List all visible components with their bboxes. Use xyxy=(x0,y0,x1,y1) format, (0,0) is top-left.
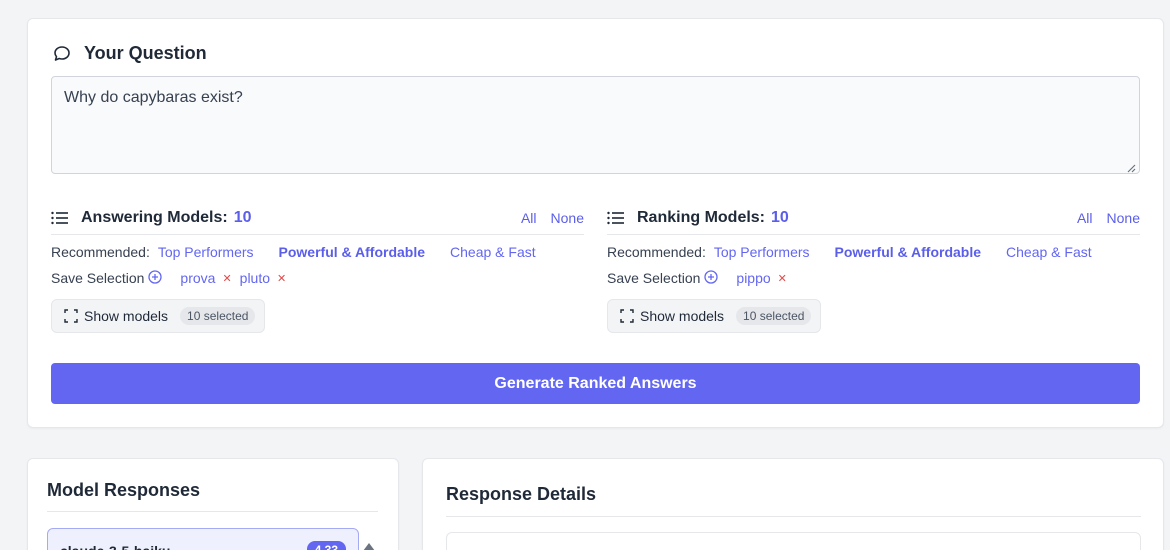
ranking-models-label: Ranking Models: xyxy=(637,208,766,226)
question-textarea[interactable]: Why do capybaras exist? xyxy=(51,76,1140,174)
response-model-name: claude-3-5-haiku xyxy=(60,543,170,550)
saved-selection-chip[interactable]: pluto xyxy=(240,270,270,286)
answering-show-models-button[interactable]: Show models 10 selected xyxy=(51,299,265,333)
divider xyxy=(47,511,378,512)
list-icon xyxy=(51,211,69,225)
question-card: Your Question Why do capybaras exist? An… xyxy=(27,18,1164,428)
save-selection-label: Save Selection xyxy=(51,270,145,286)
show-models-label: Show models xyxy=(640,308,725,324)
model-responses-title: Model Responses xyxy=(47,480,201,500)
recommended-label: Recommended: xyxy=(607,244,706,260)
ranking-select-none-link[interactable]: None xyxy=(1107,210,1140,226)
answering-select-none-link[interactable]: None xyxy=(551,210,584,226)
model-responses-card: Model Responses claude-3-5-haiku 4.33 xyxy=(27,458,399,550)
scroll-up-arrow-icon[interactable] xyxy=(362,539,376,550)
response-score-badge: 4.33 xyxy=(306,541,346,550)
answering-save-row: Save Selection prova ✕ pluto ✕ xyxy=(51,269,584,287)
question-text: Why do capybaras exist? xyxy=(64,89,243,106)
resize-handle-icon[interactable] xyxy=(1126,160,1136,173)
list-icon xyxy=(607,211,625,225)
answering-recommended-row: Recommended: Top Performers Powerful & A… xyxy=(51,243,584,261)
ranking-show-models-button[interactable]: Show models 10 selected xyxy=(607,299,821,333)
question-header: Your Question xyxy=(52,43,207,64)
answering-preset-top-performers[interactable]: Top Performers xyxy=(158,244,254,260)
answering-preset-cheap-fast[interactable]: Cheap & Fast xyxy=(450,244,536,260)
ranking-preset-cheap-fast[interactable]: Cheap & Fast xyxy=(1006,244,1092,260)
selected-count-badge: 10 selected xyxy=(180,307,256,325)
remove-icon[interactable]: ✕ xyxy=(778,272,787,285)
add-circle-icon[interactable] xyxy=(148,269,163,287)
show-models-label: Show models xyxy=(84,308,169,324)
save-selection-label: Save Selection xyxy=(607,270,701,286)
saved-selection-chip[interactable]: pippo xyxy=(736,270,770,286)
question-title: Your Question xyxy=(84,43,207,63)
generate-ranked-answers-button[interactable]: Generate Ranked Answers xyxy=(51,363,1140,404)
ranking-preset-top-performers[interactable]: Top Performers xyxy=(714,244,810,260)
answering-models-label: Answering Models: xyxy=(81,208,228,226)
answering-models-panel: Answering Models: 10 All None Recommende… xyxy=(51,201,584,333)
ranking-select-all-link[interactable]: All xyxy=(1077,210,1093,226)
expand-icon xyxy=(620,309,634,323)
add-circle-icon[interactable] xyxy=(704,269,719,287)
recommended-label: Recommended: xyxy=(51,244,150,260)
ranking-models-panel: Ranking Models: 10 All None Recommended:… xyxy=(607,201,1140,333)
ranking-models-header: Ranking Models: 10 All None xyxy=(607,201,1140,235)
ranking-models-count: 10 xyxy=(771,208,789,226)
saved-selection-chip[interactable]: prova xyxy=(180,270,215,286)
response-details-card: Response Details xyxy=(422,458,1164,550)
divider xyxy=(446,516,1141,517)
remove-icon[interactable]: ✕ xyxy=(222,272,231,285)
ranking-recommended-row: Recommended: Top Performers Powerful & A… xyxy=(607,243,1140,261)
answering-select-all-link[interactable]: All xyxy=(521,210,537,226)
answering-preset-powerful-affordable[interactable]: Powerful & Affordable xyxy=(279,244,426,260)
answering-models-header: Answering Models: 10 All None xyxy=(51,201,584,235)
response-detail-content xyxy=(446,532,1141,550)
chat-bubble-icon xyxy=(52,44,72,64)
ranking-save-row: Save Selection pippo ✕ xyxy=(607,269,1140,287)
response-details-title: Response Details xyxy=(446,484,597,504)
answering-models-count: 10 xyxy=(233,208,252,226)
remove-icon[interactable]: ✕ xyxy=(277,272,286,285)
selected-count-badge: 10 selected xyxy=(736,307,812,325)
expand-icon xyxy=(64,309,78,323)
response-list-item[interactable]: claude-3-5-haiku 4.33 xyxy=(47,528,359,550)
ranking-preset-powerful-affordable[interactable]: Powerful & Affordable xyxy=(835,244,982,260)
